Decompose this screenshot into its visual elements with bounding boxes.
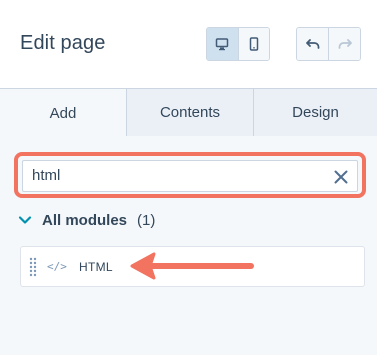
desktop-icon — [216, 38, 229, 51]
tab-design[interactable]: Design — [254, 89, 377, 137]
search-input[interactable] — [32, 167, 312, 184]
section-count: (1) — [137, 211, 156, 229]
desktop-view-button[interactable] — [207, 28, 239, 60]
module-name: HTML — [79, 260, 113, 274]
device-view-toggle — [206, 27, 270, 61]
section-label: All modules — [42, 211, 128, 229]
close-icon[interactable] — [333, 169, 349, 185]
redo-icon — [338, 39, 352, 49]
undo-button[interactable] — [297, 28, 329, 60]
history-controls — [296, 27, 361, 61]
chevron-down-icon — [18, 216, 32, 224]
redo-button[interactable] — [329, 28, 360, 60]
edit-page-panel: Edit page Add Contents Design html All m… — [0, 0, 377, 355]
drag-handle-icon[interactable] — [29, 257, 37, 279]
tab-contents[interactable]: Contents — [127, 89, 254, 137]
mobile-view-button[interactable] — [238, 28, 269, 60]
all-modules-toggle[interactable]: All modules (1) — [18, 210, 155, 230]
page-title: Edit page — [20, 32, 106, 54]
code-icon: </> — [47, 260, 67, 273]
module-search — [22, 160, 358, 192]
annotation-arrow — [130, 252, 254, 280]
undo-icon — [305, 39, 319, 49]
tab-add[interactable]: Add — [0, 89, 127, 137]
panel-header: Edit page — [0, 0, 377, 88]
panel-tabs: Add Contents Design — [0, 88, 377, 137]
mobile-icon — [249, 37, 258, 51]
